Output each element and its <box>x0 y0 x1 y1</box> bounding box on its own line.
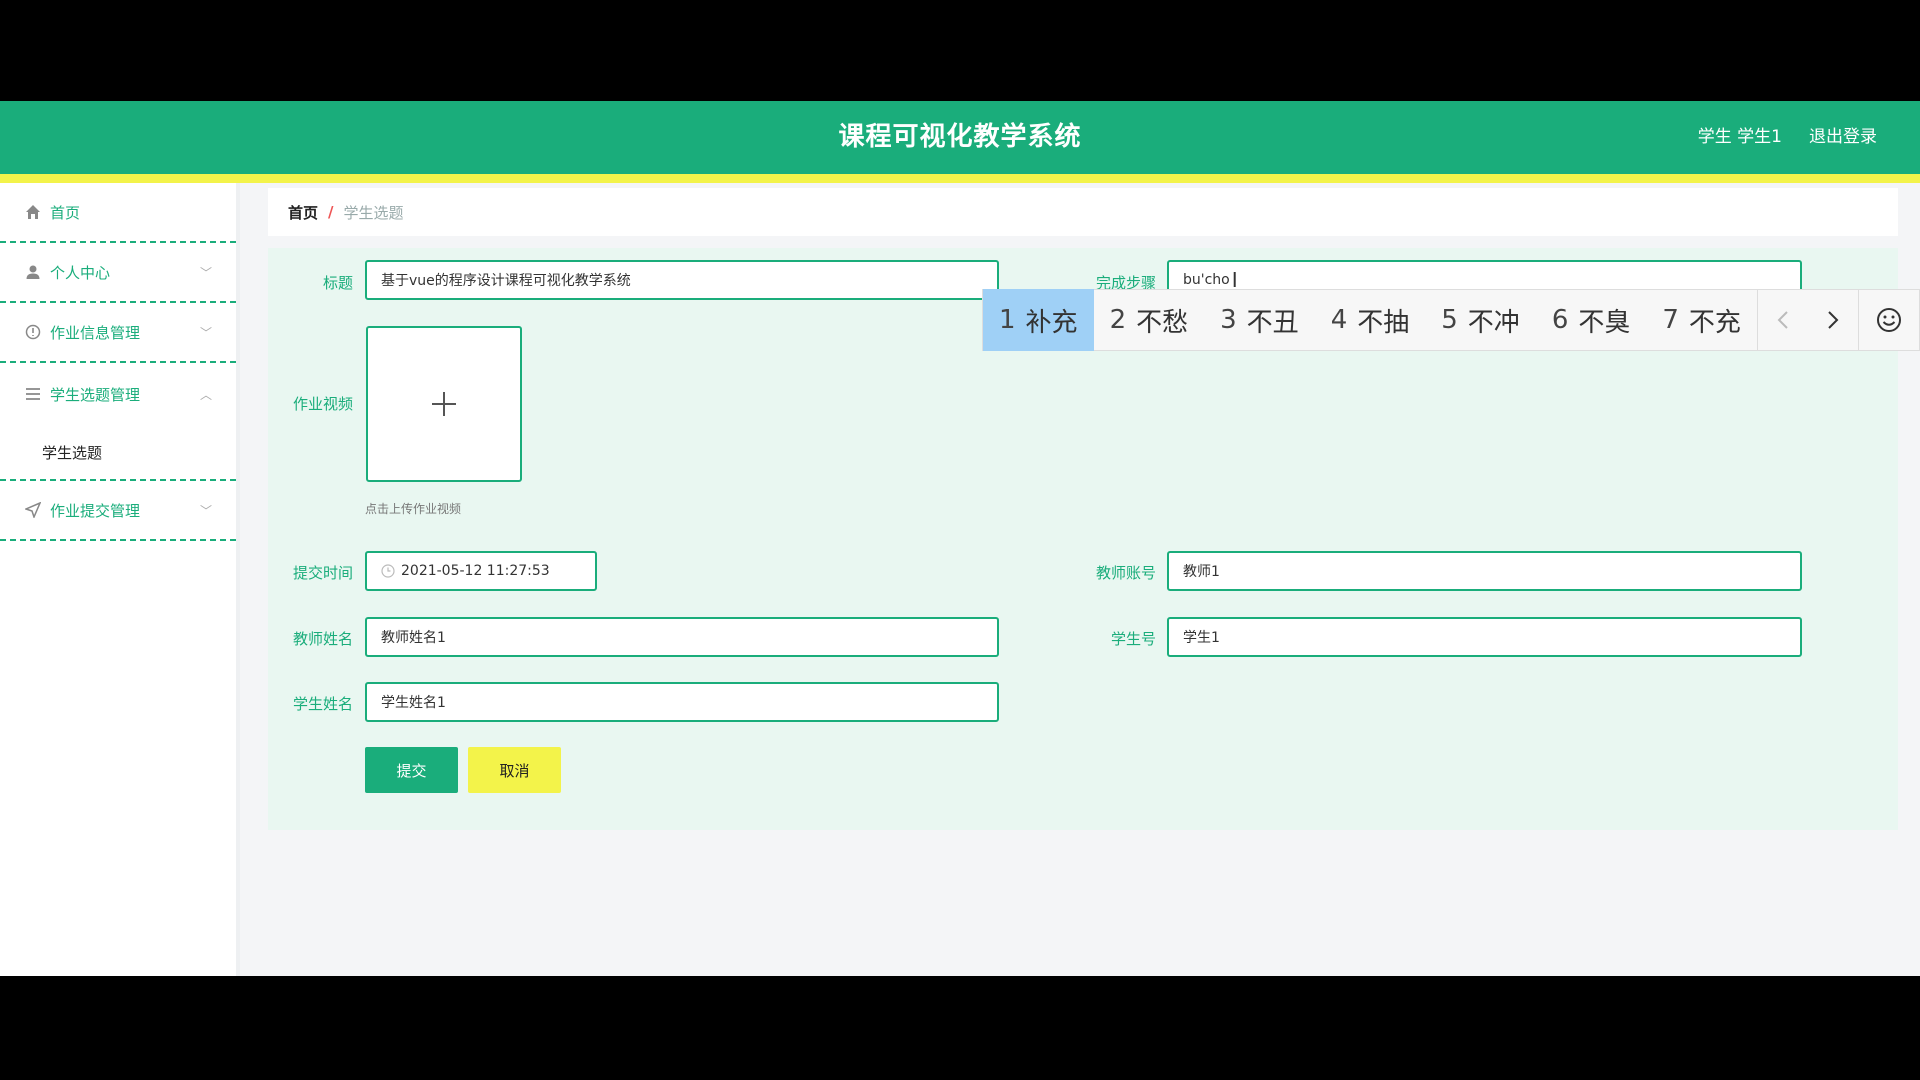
breadcrumb-separator: / <box>328 203 334 221</box>
candidate-number: 3 <box>1220 305 1237 335</box>
submit-time-label: 提交时间 <box>292 564 353 582</box>
ime-candidate[interactable]: 6 不臭 <box>1536 289 1647 351</box>
chevron-down-icon: ﹀ <box>199 325 212 340</box>
submit-time-picker[interactable]: 2021-05-12 11:27:53 <box>365 551 597 591</box>
teacher-name-input[interactable]: 教师姓名1 <box>365 617 999 657</box>
student-name-input[interactable]: 学生姓名1 <box>365 682 999 722</box>
ime-prev-page-button[interactable] <box>1758 289 1808 351</box>
candidate-text: 不愁 <box>1136 307 1189 338</box>
candidate-number: 2 <box>1109 305 1127 335</box>
breadcrumb-current: 学生选题 <box>343 203 404 222</box>
clock-icon <box>381 564 395 578</box>
sidebar-item-homework-info[interactable]: 作业信息管理 ﹀ <box>0 303 236 363</box>
ime-candidate-bar: 1 补充 2 不愁 3 不丑 4 不抽 5 不冲 6 不臭 7 不充 <box>982 289 1920 351</box>
candidate-text: 不丑 <box>1246 307 1299 338</box>
student-no-label: 学生号 <box>1110 630 1156 648</box>
teacher-account-input[interactable]: 教师1 <box>1167 551 1802 591</box>
sidebar-item-personal[interactable]: 个人中心 ﹀ <box>0 243 236 303</box>
send-icon <box>24 501 42 519</box>
submit-time-value: 2021-05-12 11:27:53 <box>401 563 550 579</box>
sidebar: 首页 个人中心 ﹀ 作业信息管理 ﹀ 学生选题管理 ︿ 学生选题 作业提交管理 … <box>0 183 236 976</box>
sidebar-item-home[interactable]: 首页 <box>0 183 236 243</box>
user-icon <box>24 263 42 281</box>
candidate-number: 7 <box>1662 305 1679 335</box>
logout-link[interactable]: 退出登录 <box>1809 101 1877 174</box>
sidebar-item-label: 首页 <box>50 203 81 222</box>
candidate-number: 1 <box>999 305 1016 335</box>
ime-candidate[interactable]: 5 不冲 <box>1425 289 1536 351</box>
chevron-down-icon: ﹀ <box>199 265 212 280</box>
upload-hint: 点击上传作业视频 <box>365 502 462 516</box>
current-user: 学生 学生1 <box>1697 127 1782 147</box>
ime-next-page-button[interactable] <box>1808 289 1858 351</box>
steps-input-text: bu'cho <box>1183 272 1230 288</box>
home-icon <box>24 203 42 221</box>
candidate-number: 5 <box>1441 305 1458 335</box>
top-header: 课程可视化教学系统 学生 学生1 退出登录 <box>0 101 1920 174</box>
sidebar-item-homework-submit[interactable]: 作业提交管理 ﹀ <box>0 481 236 541</box>
plus-icon <box>432 392 456 416</box>
chevron-down-icon: ﹀ <box>199 503 212 518</box>
candidate-text: 不臭 <box>1578 307 1631 338</box>
smiley-icon <box>1876 308 1901 332</box>
app-title: 课程可视化教学系统 <box>838 122 1082 152</box>
teacher-account-label: 教师账号 <box>1095 564 1156 582</box>
ime-candidate[interactable]: 4 不抽 <box>1315 289 1426 351</box>
list-icon <box>24 385 42 403</box>
sidebar-item-label: 个人中心 <box>50 263 111 282</box>
ime-candidate[interactable]: 1 补充 <box>983 289 1094 351</box>
sidebar-item-label: 作业提交管理 <box>50 501 141 520</box>
candidate-number: 4 <box>1330 305 1348 335</box>
student-no-input[interactable]: 学生1 <box>1167 617 1802 657</box>
ime-candidate[interactable]: 3 不丑 <box>1204 289 1315 351</box>
video-label: 作业视频 <box>292 395 353 413</box>
sidebar-subitem-student-topic[interactable]: 学生选题 <box>0 425 236 481</box>
app-window: 课程可视化教学系统 学生 学生1 退出登录 首页 个人中心 ﹀ 作业信息管理 ﹀ <box>0 0 1920 1080</box>
chevron-up-icon: ︿ <box>199 387 212 402</box>
sidebar-item-label: 学生选题管理 <box>50 385 141 404</box>
chevron-right-icon <box>1828 311 1839 329</box>
header-accent-stripe <box>0 174 1920 183</box>
chevron-left-icon <box>1777 311 1788 329</box>
sidebar-item-topic-management[interactable]: 学生选题管理 ︿ <box>0 363 236 425</box>
info-icon <box>24 323 42 341</box>
candidate-text: 不抽 <box>1357 307 1410 338</box>
candidate-text: 补充 <box>1025 307 1078 338</box>
student-name-label: 学生姓名 <box>292 695 353 713</box>
candidate-text: 不充 <box>1688 307 1741 338</box>
title-label: 标题 <box>322 274 353 292</box>
candidate-text: 不冲 <box>1467 307 1520 338</box>
submit-button[interactable]: 提交 <box>365 747 458 793</box>
video-upload-button[interactable] <box>366 326 522 482</box>
sidebar-item-label: 作业信息管理 <box>50 323 141 342</box>
breadcrumb-home[interactable]: 首页 <box>288 202 318 223</box>
ime-emoji-button[interactable] <box>1859 289 1919 351</box>
teacher-name-label: 教师姓名 <box>292 630 353 648</box>
candidate-number: 6 <box>1551 305 1569 335</box>
cancel-button[interactable]: 取消 <box>468 747 561 793</box>
breadcrumb: 首页 / 学生选题 <box>268 188 1898 236</box>
ime-candidate[interactable]: 2 不愁 <box>1094 289 1205 351</box>
title-input[interactable]: 基于vue的程序设计课程可视化教学系统 <box>365 260 999 300</box>
ime-candidate[interactable]: 7 不充 <box>1646 289 1757 351</box>
